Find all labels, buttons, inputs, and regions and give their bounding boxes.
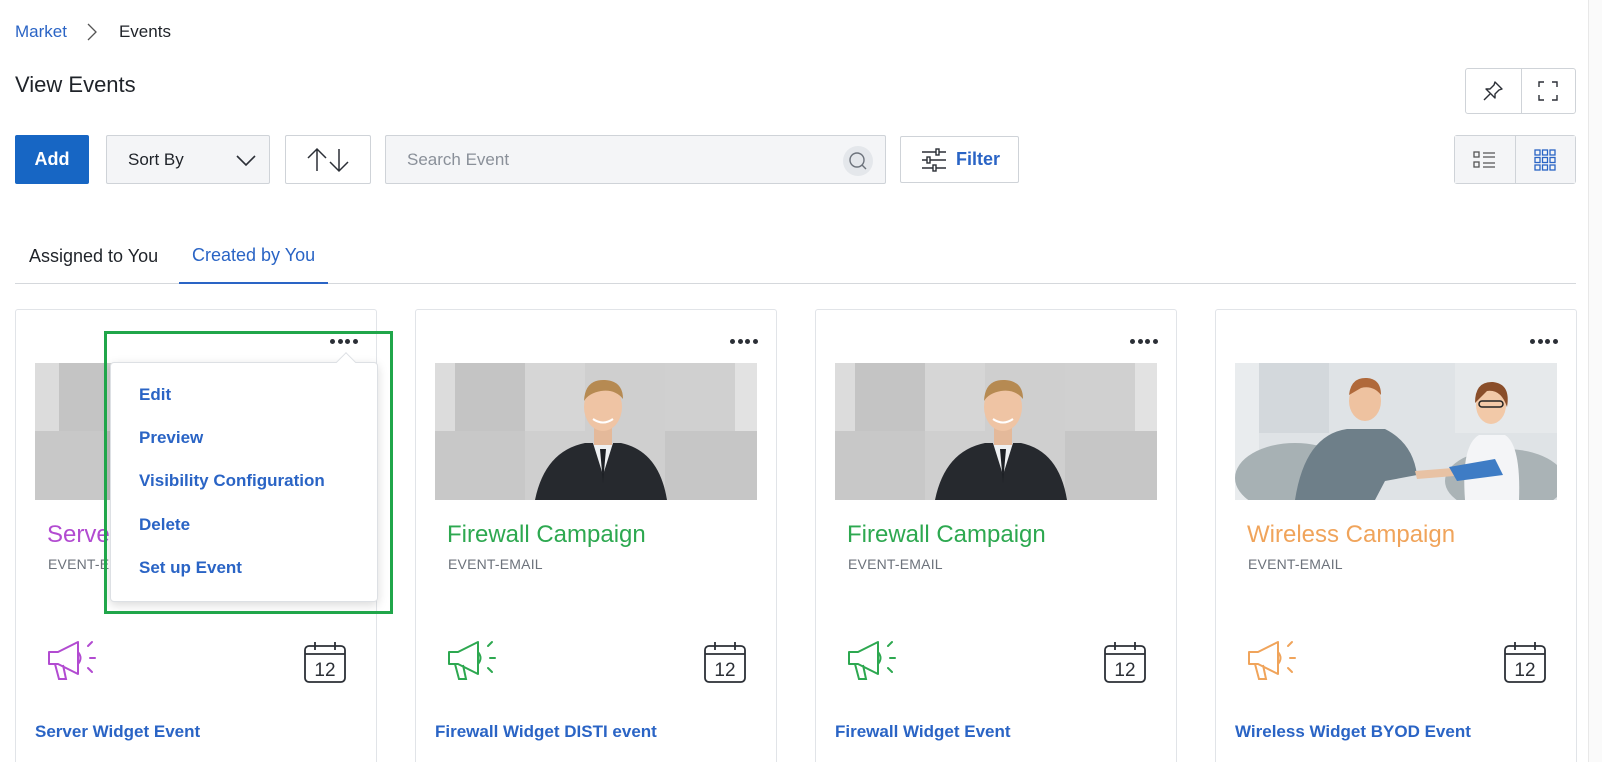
calendar-icon: 12 [303,640,347,689]
card-type: EVENT-EMAIL [448,556,543,572]
megaphone-icon [446,638,500,687]
megaphone-icon [846,638,900,687]
breadcrumb-market-link[interactable]: Market [15,22,67,42]
calendar-day: 12 [314,660,335,681]
card-type: EVENT-EMAIL [1248,556,1343,572]
page-title: View Events [15,72,136,97]
card-event-link[interactable]: Server Widget Event [35,722,200,742]
filter-label: Filter [956,149,1001,169]
card-title: Firewall Campaign [447,521,646,548]
grid-view-icon[interactable] [1514,136,1575,183]
calendar-day: 12 [1114,660,1135,681]
sliders-icon [922,147,946,172]
more-options-icon[interactable] [1130,332,1158,350]
menu-item-set-up-event[interactable]: Set up Event [139,558,242,578]
event-card: Firewall Campaign EVENT-EMAIL 12 Firewal… [415,309,777,762]
more-options-icon[interactable] [1530,332,1558,350]
search-field [385,135,886,184]
calendar-icon: 12 [703,640,747,689]
card-context-menu: Edit Preview Visibility Configuration De… [110,352,378,602]
card-title: Firewall Campaign [847,521,1046,548]
card-event-link[interactable]: Firewall Widget Event [835,722,1011,742]
sort-by-dropdown[interactable]: Sort By [106,135,270,184]
calendar-day: 12 [1514,660,1535,681]
card-event-link[interactable]: Firewall Widget DISTI event [435,722,657,742]
fullscreen-icon[interactable] [1520,69,1576,113]
tab-assigned-to-you[interactable]: Assigned to You [29,228,158,284]
event-card: Wireless Campaign EVENT-EMAIL 12 Wireles… [1215,309,1577,762]
card-title: Serve [47,521,110,548]
event-image-handshake [1235,363,1557,500]
sort-by-label: Sort By [128,149,184,169]
calendar-icon: 12 [1103,640,1147,689]
tab-created-by-you[interactable]: Created by You [179,228,329,284]
more-options-icon[interactable] [330,332,358,350]
calendar-day: 12 [714,660,735,681]
add-button[interactable]: Add [15,135,89,184]
event-card: Firewall Campaign EVENT-EMAIL 12 Firewal… [815,309,1177,762]
breadcrumb-current: Events [118,22,171,41]
card-title: Wireless Campaign [1247,521,1456,548]
chevron-right-icon [87,23,99,41]
event-image-man-suit [435,363,757,500]
sort-arrows-icon [307,147,349,172]
megaphone-icon [46,638,100,687]
menu-item-visibility-configuration[interactable]: Visibility Configuration [139,471,325,491]
view-toggle [1454,135,1576,184]
more-options-icon[interactable] [730,332,758,350]
search-input[interactable] [386,136,826,183]
scrollbar[interactable] [1588,0,1602,762]
pin-icon[interactable] [1466,69,1521,113]
list-view-icon[interactable] [1455,136,1515,183]
search-icon[interactable] [843,146,873,176]
card-type: EVENT-EMAIL [848,556,943,572]
filter-button[interactable]: Filter [900,136,1019,183]
menu-item-preview[interactable]: Preview [139,428,203,448]
page-actions [1465,68,1576,114]
megaphone-icon [1246,638,1300,687]
sort-direction-button[interactable] [285,135,371,184]
menu-item-delete[interactable]: Delete [139,515,190,535]
chevron-down-icon [235,150,257,175]
menu-item-edit[interactable]: Edit [139,385,171,405]
breadcrumb: Market Events [15,22,171,42]
card-type: EVENT-E [48,556,110,572]
tab-bar: Assigned to You Created by You [15,228,1576,284]
calendar-icon: 12 [1503,640,1547,689]
event-image-man-suit [835,363,1157,500]
card-event-link[interactable]: Wireless Widget BYOD Event [1235,722,1471,742]
